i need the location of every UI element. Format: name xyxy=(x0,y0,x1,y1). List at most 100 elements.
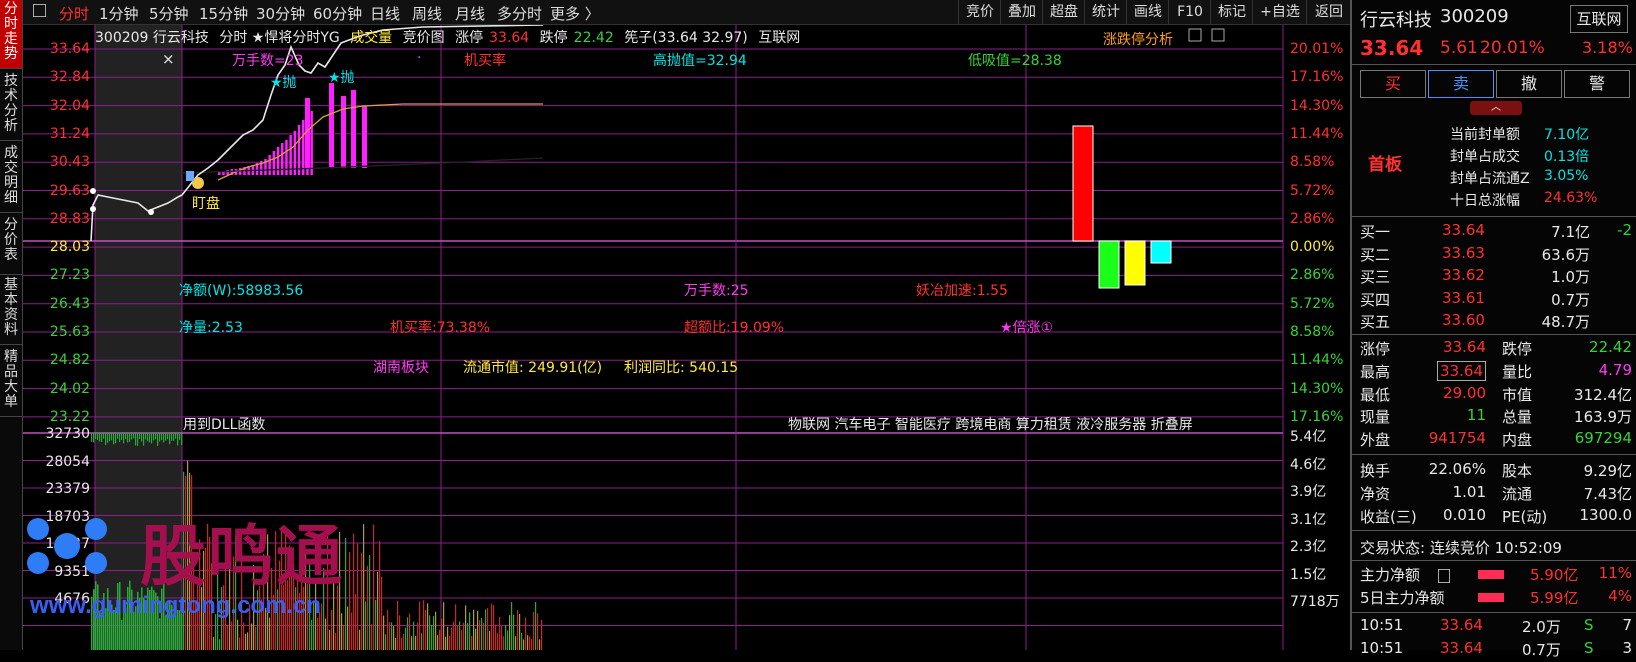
vtab-big-orders[interactable]: 精品大单 xyxy=(0,346,22,417)
fund-detail-icon[interactable] xyxy=(1438,569,1450,583)
stat-value-2: 4.79 xyxy=(1598,360,1632,379)
amount-tick: 3.9亿 xyxy=(1290,484,1327,500)
fund-bar xyxy=(1478,593,1504,602)
toolbar-stats[interactable]: 统计 xyxy=(1084,0,1127,24)
tick-row: 10:51 33.64 0.7万 S 3 xyxy=(1352,639,1636,662)
tick-time: 10:51 xyxy=(1360,616,1404,634)
period-60min[interactable]: 60分钟 xyxy=(313,3,362,24)
bid-price: 33.62 xyxy=(1442,266,1485,284)
period-30min[interactable]: 30分钟 xyxy=(256,3,305,24)
price-tick: 31.24 xyxy=(49,125,90,142)
machine-buy-rate: 机买率:73.38% xyxy=(390,320,491,336)
period-daily[interactable]: 日线 xyxy=(370,3,400,24)
price-tick: 30.43 xyxy=(49,154,90,171)
bid-row[interactable]: 买一 33.64 7.1亿 -2 xyxy=(1352,221,1636,244)
chart-mode[interactable]: 分时 ★悍将分时YG xyxy=(219,30,339,46)
tick-row: 10:51 33.64 2.0万 S 7 xyxy=(1352,616,1636,639)
stat-label-2: 市值 xyxy=(1502,385,1533,404)
period-5min[interactable]: 5分钟 xyxy=(149,3,189,24)
alert-button[interactable]: 警 xyxy=(1564,70,1630,98)
vtab-trade-detail[interactable]: 成交明细 xyxy=(0,142,22,213)
stat-label: 最低 xyxy=(1360,385,1391,404)
clipboard-icon xyxy=(186,171,194,181)
toolbar-back[interactable]: 返回 xyxy=(1306,0,1351,24)
period-weekly[interactable]: 周线 xyxy=(412,3,442,24)
stat-value-2: 22.42 xyxy=(1589,338,1632,356)
float-market-cap: 流通市值: 249.91(亿) xyxy=(463,360,603,376)
toolbar-overlay[interactable]: 叠加 xyxy=(1000,0,1043,24)
bid-price: 33.61 xyxy=(1442,288,1485,307)
stat-label-2: 量比 xyxy=(1502,362,1533,381)
bid-row[interactable]: 买四 33.61 0.7万 xyxy=(1352,289,1636,312)
pct-tick: 8.58% xyxy=(1290,154,1335,171)
collapse-chevron-icon[interactable]: ︿ xyxy=(1470,101,1522,115)
tick-price: 33.64 xyxy=(1440,639,1483,657)
toolbar-add-watchlist[interactable]: +自选 xyxy=(1252,0,1307,24)
pct-tick: 2.86% xyxy=(1290,210,1335,227)
last-price: 33.64 xyxy=(1360,36,1424,60)
chart-expand-icon xyxy=(1211,28,1225,42)
signal-bars xyxy=(218,83,367,175)
stock-name: 行云科技 xyxy=(1360,10,1432,31)
bid-label: 买二 xyxy=(1360,245,1391,264)
stat2-row: 换手 22.06% 股本 9.29亿 xyxy=(1352,460,1636,483)
vtab-technical[interactable]: 技术分析 xyxy=(0,70,22,141)
amount-tick: 7718万 xyxy=(1290,594,1340,610)
stat-value: 29.00 xyxy=(1443,383,1486,402)
bid-row[interactable]: 买二 33.63 63.6万 xyxy=(1352,244,1636,267)
stat-row: 最高 33.64 量比 4.79 xyxy=(1352,360,1636,384)
stat-label-2: 总量 xyxy=(1502,408,1533,427)
seal-row: 封单占成交 0.13倍 xyxy=(1352,146,1636,169)
vtab-price-table[interactable]: 分价表 xyxy=(0,214,22,275)
bid-row[interactable]: 买三 33.62 1.0万 xyxy=(1352,266,1636,289)
period-15min[interactable]: 15分钟 xyxy=(199,3,248,24)
amount-tick: 2.3亿 xyxy=(1290,539,1327,555)
double-rise-marker: ★倍涨① xyxy=(1000,320,1054,336)
menu-square-icon[interactable] xyxy=(33,4,46,17)
period-intraday[interactable]: 分时 xyxy=(59,3,89,24)
vtab-intraday[interactable]: 分时走势 xyxy=(0,0,22,69)
tick-direction: S xyxy=(1584,639,1594,657)
limit-analysis-link[interactable]: 涨跌停分析 xyxy=(1103,29,1173,49)
bid-volume: 48.7万 xyxy=(1541,313,1590,331)
stat2-value-2: 1300.0 xyxy=(1579,506,1633,524)
watermark-url: www.gumingtong.com.cn xyxy=(30,592,322,619)
bid-volume: 1.0万 xyxy=(1551,268,1590,286)
bid-row[interactable]: 买五 33.60 48.7万 xyxy=(1352,311,1636,334)
auction-toggle[interactable]: 竞价图 xyxy=(403,30,445,46)
period-1min[interactable]: 1分钟 xyxy=(99,3,139,24)
cancel-order-button[interactable]: 撤 xyxy=(1496,70,1562,98)
dot-marker: · xyxy=(417,50,422,66)
concept-tags[interactable]: 物联网 汽车电子 智能医疗 跨境电商 算力租赁 液冷服务器 折叠屏 xyxy=(788,414,1193,434)
industry-pct: 3.18% xyxy=(1582,38,1633,57)
stat-value: 33.64 xyxy=(1437,360,1486,381)
price-tick: 24.82 xyxy=(49,352,90,369)
toolbar-super[interactable]: 超盘 xyxy=(1042,0,1085,24)
pct-tick: 11.44% xyxy=(1290,352,1344,369)
buy-button[interactable]: 买 xyxy=(1360,70,1426,98)
concept-tag[interactable]: 互联网 xyxy=(758,30,800,46)
toolbar-auction[interactable]: 竞价 xyxy=(958,0,1001,24)
industry-tag[interactable]: 互联网 xyxy=(1570,5,1628,33)
watch-marker: 盯盘 xyxy=(192,196,220,212)
toolbar-mark[interactable]: 标记 xyxy=(1210,0,1253,24)
price-tick: 24.02 xyxy=(49,380,90,397)
seal-row: 十日总涨幅 24.63% xyxy=(1352,190,1636,213)
period-more[interactable]: 更多 〉 xyxy=(550,3,600,24)
sell-button[interactable]: 卖 xyxy=(1428,70,1494,98)
bid-label: 买五 xyxy=(1360,313,1391,331)
seal-value: 3.05% xyxy=(1544,168,1589,184)
sector-label[interactable]: 湖南板块 xyxy=(373,357,429,377)
close-overlay-icon[interactable]: × xyxy=(162,50,175,68)
volume-tick: 28054 xyxy=(45,453,90,470)
volume-toggle[interactable]: 成交量 xyxy=(350,30,392,46)
period-multi[interactable]: 多分时 xyxy=(497,3,542,24)
tick-volume: 2.0万 xyxy=(1522,618,1561,636)
period-toolbar: 分时 1分钟 5分钟 15分钟 30分钟 60分钟 日线 周线 月线 多分时 更… xyxy=(23,0,1350,25)
vtab-fundamentals[interactable]: 基本资料 xyxy=(0,274,22,345)
period-monthly[interactable]: 月线 xyxy=(455,3,485,24)
tick-time: 10:51 xyxy=(1360,639,1404,657)
toolbar-f10[interactable]: F10 xyxy=(1168,0,1211,24)
toolbar-draw[interactable]: 画线 xyxy=(1126,0,1169,24)
price-tick: 26.43 xyxy=(49,295,90,312)
